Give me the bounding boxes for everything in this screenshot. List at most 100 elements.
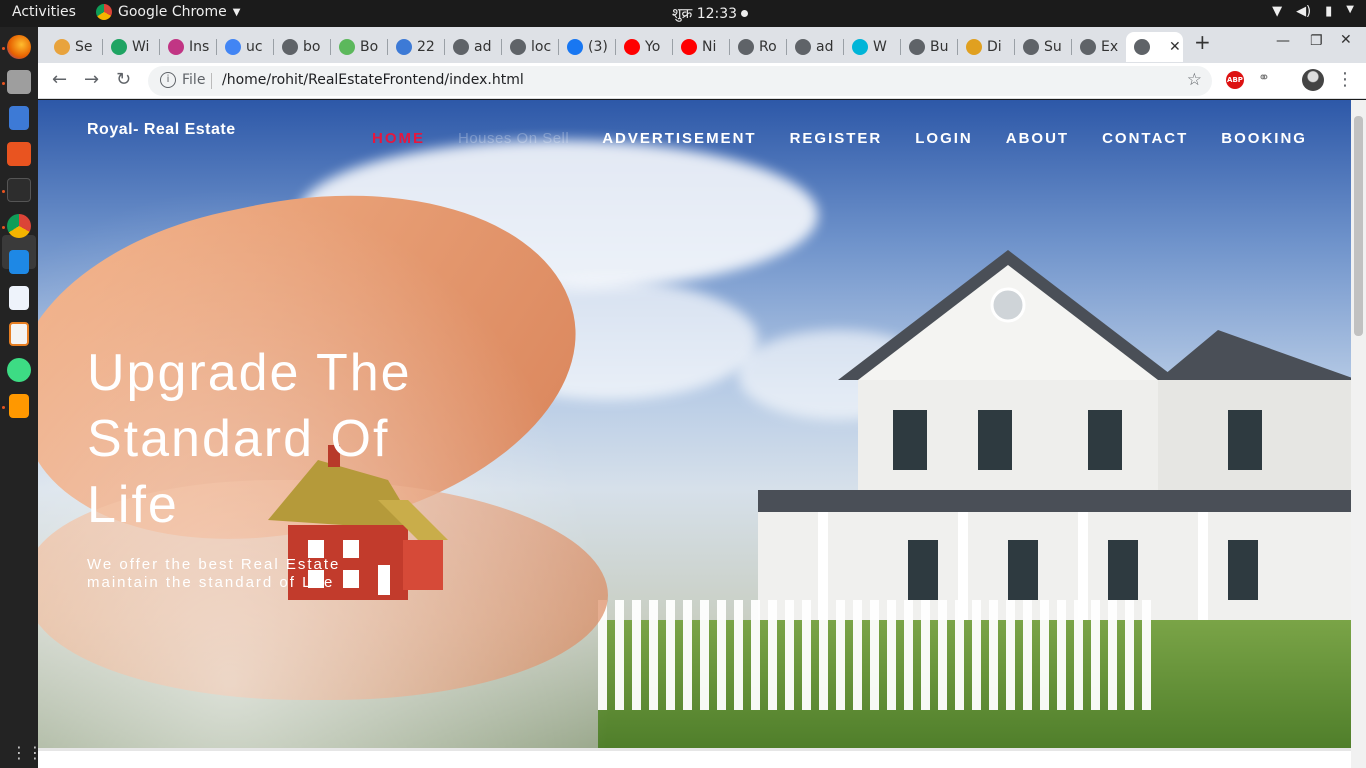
scrollbar-thumb[interactable] (1354, 116, 1363, 336)
clock[interactable]: शुक्र 12:33 (672, 4, 749, 23)
dock: ⋮⋮⋮ (0, 27, 59, 768)
nav-contact[interactable]: CONTACT (1102, 130, 1188, 147)
tab-separator (1071, 39, 1072, 55)
site-nav: HOME Houses On Sell ADVERTISEMENT REGIST… (372, 130, 1307, 147)
tab-label: Ni (702, 39, 717, 55)
browser-toolbar: ← → ↻ i File /home/rohit/RealEstateFront… (38, 63, 1366, 99)
app-menu-label: Google Chrome (118, 4, 227, 20)
lock-icon (1023, 39, 1039, 55)
avatar[interactable] (1302, 69, 1324, 91)
reload-button[interactable]: ↻ (116, 69, 131, 90)
page-viewport: Royal- Real Estate HOME Houses On Sell A… (38, 100, 1366, 768)
browser-tab[interactable]: Bo (331, 32, 388, 62)
tab-label: Di (987, 39, 1002, 55)
back-button[interactable]: ← (52, 69, 67, 90)
volume-icon: ◀) (1296, 4, 1312, 19)
close-window-button[interactable]: ✕ (1340, 32, 1352, 48)
tab-label: Ex (1101, 39, 1119, 55)
browser-tab[interactable]: Wi (103, 32, 160, 62)
tab-label: Ro (759, 39, 777, 55)
nav-login[interactable]: LOGIN (915, 130, 973, 147)
chrome-icon[interactable] (7, 214, 31, 238)
tab-active[interactable]: ✕ (1126, 32, 1183, 62)
close-icon[interactable]: ✕ (1169, 39, 1181, 55)
nav-home[interactable]: HOME (372, 130, 425, 147)
tab-separator (558, 39, 559, 55)
notes-icon[interactable] (9, 286, 29, 310)
nav-advertisement[interactable]: ADVERTISEMENT (602, 130, 756, 147)
running-indicator (2, 406, 5, 409)
system-status-area[interactable]: ▼ ◀) ▮ ▼ (1272, 4, 1354, 19)
tab-label: (3) (588, 39, 608, 55)
tab-separator (102, 39, 103, 55)
instagram-icon (168, 39, 184, 55)
site-brand[interactable]: Royal- Real Estate (87, 121, 236, 139)
chevron-down-icon: ▼ (1346, 4, 1354, 15)
nav-about[interactable]: ABOUT (1006, 130, 1069, 147)
browser-tab[interactable]: Ex (1072, 32, 1129, 62)
terminal-icon[interactable] (7, 178, 31, 202)
running-indicator (2, 190, 5, 193)
firefox-icon[interactable] (7, 35, 31, 59)
browser-tab[interactable]: uc (217, 32, 274, 62)
activities-button[interactable]: Activities (12, 4, 76, 20)
tab-label: W (873, 39, 887, 55)
browser-tab[interactable]: bo (274, 32, 331, 62)
tab-favicon (966, 39, 982, 55)
nav-booking[interactable]: BOOKING (1221, 130, 1307, 147)
tab-separator (729, 39, 730, 55)
document-viewer-icon[interactable] (9, 322, 29, 346)
browser-tab[interactable]: Ins (160, 32, 217, 62)
sublime-text-icon[interactable] (9, 394, 29, 418)
tab-label: ad (474, 39, 492, 55)
info-icon[interactable]: i (160, 72, 176, 88)
wifi-icon: ▼ (1272, 4, 1283, 19)
bookmark-star-icon[interactable]: ☆ (1187, 70, 1202, 90)
text-editor-icon[interactable] (9, 106, 29, 130)
maximize-button[interactable]: ❐ (1310, 33, 1323, 49)
new-tab-button[interactable]: + (1194, 30, 1211, 54)
nav-register[interactable]: REGISTER (790, 130, 883, 147)
browser-tab[interactable]: ad (787, 32, 844, 62)
browser-tab[interactable]: Se (46, 32, 103, 62)
browser-tab[interactable]: Ni (673, 32, 730, 62)
page-section-divider (38, 748, 1351, 768)
globe-icon (795, 39, 811, 55)
tab-separator (786, 39, 787, 55)
facebook-icon (567, 39, 583, 55)
extension-icon[interactable]: ⚭ (1258, 70, 1270, 86)
forward-button[interactable]: → (84, 69, 99, 90)
tab-label: 22 (417, 39, 435, 55)
tab-favicon (339, 39, 355, 55)
tab-label: Su (1044, 39, 1062, 55)
browser-tab[interactable]: Yo (616, 32, 673, 62)
page-scrollbar[interactable] (1351, 100, 1366, 768)
tab-separator (1014, 39, 1015, 55)
files-icon[interactable] (7, 70, 31, 94)
browser-tab[interactable]: ad (445, 32, 502, 62)
browser-tab[interactable]: Bu (901, 32, 958, 62)
address-bar[interactable]: i File /home/rohit/RealEstateFrontend/in… (148, 66, 1212, 96)
browser-tab[interactable]: 22 (388, 32, 445, 62)
browser-tab[interactable]: Ro (730, 32, 787, 62)
browser-tab[interactable]: loc (502, 32, 559, 62)
url-text[interactable]: /home/rohit/RealEstateFrontend/index.htm… (222, 72, 524, 88)
adblock-plus-icon[interactable]: ABP (1226, 71, 1244, 89)
tab-favicon (54, 39, 70, 55)
tab-separator (672, 39, 673, 55)
menu-icon[interactable]: ⋮ (1336, 69, 1354, 90)
browser-tab[interactable]: (3) (559, 32, 616, 62)
tab-label: Se (75, 39, 93, 55)
vscode-icon[interactable] (9, 250, 29, 274)
minimize-button[interactable]: — (1276, 33, 1290, 49)
house-illustration (758, 250, 1351, 620)
globe-icon (738, 39, 754, 55)
tab-separator (159, 39, 160, 55)
browser-tab[interactable]: Su (1015, 32, 1072, 62)
app-menu[interactable]: Google Chrome ▼ (96, 4, 240, 20)
software-center-icon[interactable] (7, 142, 31, 166)
nav-houses-on-sell[interactable]: Houses On Sell (458, 130, 569, 147)
browser-tab[interactable]: W (844, 32, 901, 62)
browser-tab[interactable]: Di (958, 32, 1015, 62)
android-studio-icon[interactable] (7, 358, 31, 382)
